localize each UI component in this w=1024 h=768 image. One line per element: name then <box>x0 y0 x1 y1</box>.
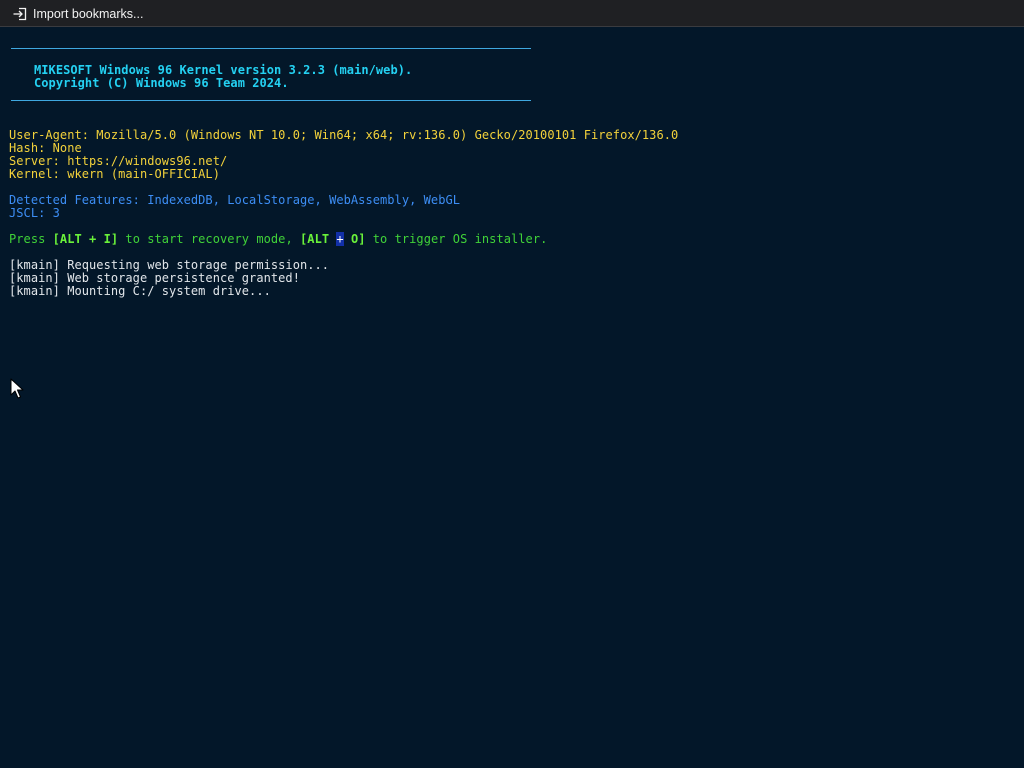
kernel-line: Kernel: wkern (main-OFFICIAL) <box>9 167 220 181</box>
installer-key-close: O] <box>343 232 366 246</box>
prompt-mid-text: to start recovery mode, <box>118 232 301 246</box>
import-bookmarks-label: Import bookmarks... <box>33 6 144 21</box>
log-line: [kmain] Mounting C:/ system drive... <box>9 284 271 298</box>
prompt-press-text: Press <box>9 232 53 246</box>
installer-key-open: [ALT <box>300 232 337 246</box>
mouse-pointer-icon <box>10 378 24 400</box>
prompt-end-text: to trigger OS installer. <box>365 232 548 246</box>
banner-copyright: Copyright (C) Windows 96 Team 2024. <box>34 76 289 90</box>
banner-top-rule <box>11 48 531 49</box>
detected-features-line: Detected Features: IndexedDB, LocalStora… <box>9 193 461 207</box>
banner-bottom-rule <box>11 100 531 101</box>
recovery-prompt-line: Press [ALT + I] to start recovery mode, … <box>9 232 548 246</box>
recovery-key-combo: [ALT + I] <box>52 232 119 246</box>
import-bookmarks-button[interactable]: Import bookmarks... <box>8 3 149 24</box>
jscl-line: JSCL: 3 <box>9 206 60 220</box>
import-arrow-icon <box>12 6 28 22</box>
boot-terminal[interactable]: MIKESOFT Windows 96 Kernel version 3.2.3… <box>0 28 1024 768</box>
user-agent-line: User-Agent: Mozilla/5.0 (Windows NT 10.0… <box>9 128 679 142</box>
installer-key-plus: + <box>336 232 344 246</box>
bookmarks-toolbar: Import bookmarks... <box>0 0 1024 27</box>
